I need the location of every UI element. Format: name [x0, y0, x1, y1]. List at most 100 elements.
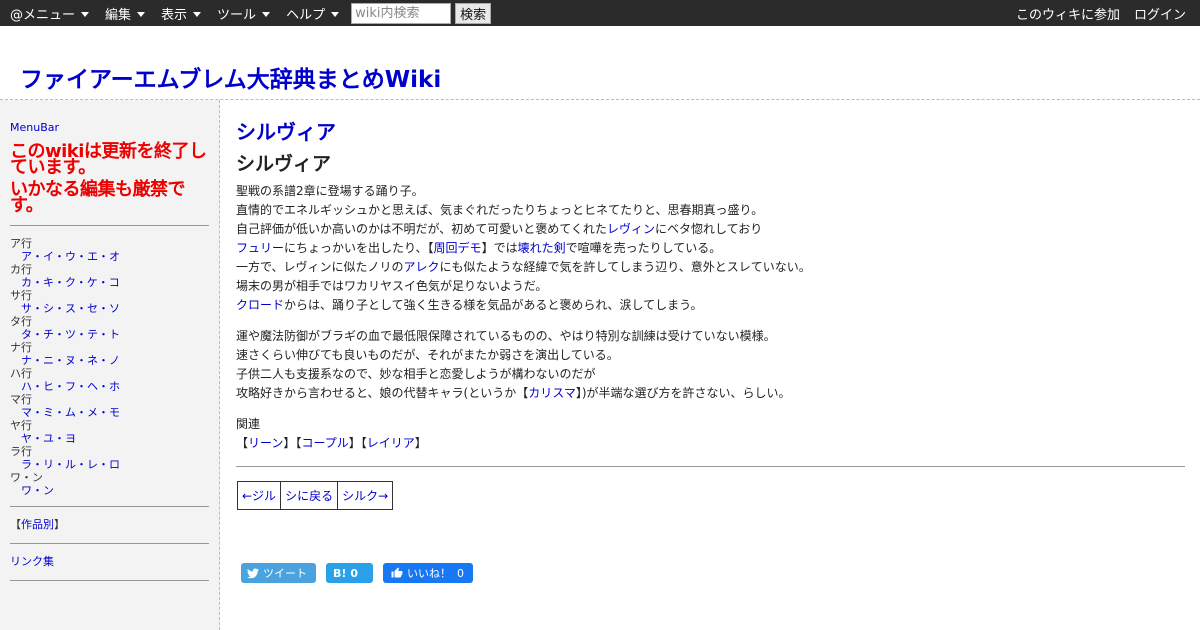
text-line: クロードからは、踊り子として強く生きる様を気品があると褒められ、涙してしまう。 — [236, 296, 1176, 315]
kana-row-heading: マ行 — [10, 393, 32, 406]
kana-row-link[interactable]: ハ・ヒ・フ・ヘ・ホ — [21, 380, 120, 393]
sidebar-divider — [10, 506, 209, 507]
kana-row-link[interactable]: マ・ミ・ム・メ・モ — [21, 406, 120, 419]
text-line: 聖戦の系譜2章に登場する踊り子。 — [236, 184, 424, 198]
kana-row-heading: ア行 — [10, 237, 32, 250]
warning-text-no-edit: いかなる編集も厳禁です。 — [10, 179, 186, 216]
works-link[interactable]: 作品別 — [21, 518, 54, 531]
tweet-button[interactable]: ツイート — [241, 563, 316, 583]
related-section: 関連 【リーン】【コープル】【レイリア】 — [236, 415, 1176, 453]
menu-help[interactable]: ヘルプ — [286, 4, 340, 23]
text-line: 攻略好きから言わせると、娘の代替キャラ(というか【カリスマ】)が半端な選び方を許… — [236, 384, 1176, 403]
hatena-bookmark-icon: B! — [333, 566, 347, 580]
link-charisma[interactable]: カリスマ — [528, 386, 576, 400]
link-coirpre[interactable]: コープル — [301, 436, 348, 450]
menu-label: 編集 — [105, 7, 132, 23]
chevron-down-icon — [262, 11, 271, 17]
kana-row-link[interactable]: ア・イ・ウ・エ・オ — [21, 250, 120, 263]
kana-row-heading: タ行 — [10, 315, 32, 328]
kana-row-link[interactable]: サ・シ・ス・セ・ソ — [21, 302, 120, 315]
chevron-down-icon — [331, 11, 340, 17]
account-links: このウィキに参加 ログイン — [1016, 0, 1200, 26]
link-leila[interactable]: レイリア — [367, 436, 415, 450]
hatena-count: 0 — [350, 566, 359, 580]
link-collection-link[interactable]: リンク集 — [10, 555, 54, 568]
sidebar-divider — [10, 580, 209, 581]
back-to-index-link[interactable]: シに戻る — [285, 489, 333, 503]
join-wiki-link[interactable]: このウィキに参加 — [1016, 4, 1120, 23]
chevron-down-icon — [81, 11, 90, 17]
link-claud[interactable]: クロード — [236, 298, 284, 312]
text-span: にも似たような経緯で気を許してしまう辺り、意外とスレていない。 — [439, 260, 811, 274]
text-span: にベタ惚れしており — [654, 222, 763, 236]
link-levin[interactable]: レヴィン — [607, 222, 655, 236]
kana-row-link[interactable]: ワ・ン — [21, 484, 54, 497]
sidebar-divider — [10, 543, 209, 544]
text-line: フュリーにちょっかいを出したり、【周回デモ】では壊れた剣で喧嘩を売ったりしている… — [236, 239, 1176, 258]
text-line: 直情的でエネルギッシュかと思えば、気まぐれだったりちょっとヒネてたりと、思春期真… — [236, 203, 764, 217]
kana-row-heading: ワ・ン — [10, 471, 43, 484]
sidebar-divider — [10, 225, 209, 226]
kana-row-heading: ヤ行 — [10, 419, 32, 432]
menu-at-menu[interactable]: @メニュー — [10, 4, 90, 23]
link-lene[interactable]: リーン — [248, 436, 283, 450]
menu-label: @メニュー — [10, 7, 76, 23]
kana-row-link[interactable]: ナ・ニ・ヌ・ネ・ノ — [21, 354, 120, 367]
search-input[interactable] — [351, 2, 452, 24]
kana-row-heading: ラ行 — [10, 445, 32, 458]
kana-row-heading: ハ行 — [10, 367, 32, 380]
paragraph-stats: 運や魔法防御がブラギの血で最低限保障されているものの、やはり特別な訓練は受けてい… — [236, 327, 1176, 403]
sidebar: MenuBar このwikiは更新を終了しています。 いかなる編集も厳禁です。 … — [0, 100, 220, 630]
like-count: 0 — [457, 566, 464, 580]
text-span: 】)が半端な選び方を許さない、らしい。 — [575, 386, 791, 400]
kana-row-link[interactable]: タ・チ・ツ・テ・ト — [21, 328, 120, 341]
menu-view[interactable]: 表示 — [161, 4, 202, 23]
menu-edit[interactable]: 編集 — [105, 4, 146, 23]
warning-text-ended: このwikiは更新を終了しています。 — [10, 141, 207, 178]
thumbs-up-icon — [391, 567, 403, 578]
kana-row-link[interactable]: ラ・リ・ル・レ・ロ — [21, 458, 120, 471]
paragraph-intro: 聖戦の系譜2章に登場する踊り子。 直情的でエネルギッシュかと思えば、気まぐれだっ… — [236, 182, 1176, 315]
chevron-down-icon — [193, 11, 202, 17]
menu-label: ツール — [217, 7, 257, 23]
text-span: で喧嘩を売ったりしている。 — [565, 241, 722, 255]
text-line: 自己評価が低いか高いのかは不明だが、初めて可愛いと褒めてくれたレヴィンにベタ惚れ… — [236, 220, 1176, 239]
page-title-link[interactable]: シルヴィア — [236, 116, 336, 145]
top-bar: @メニュー 編集 表示 ツール ヘルプ 検索 このウィキに参加 ログイン — [0, 0, 1200, 26]
like-label: いいね！ — [407, 567, 451, 580]
kana-index: ア行 ア・イ・ウ・エ・オ カ行 カ・キ・ク・ケ・コ サ行 サ・シ・ス・セ・ソ タ… — [10, 237, 209, 497]
prev-page-link[interactable]: ←ジル — [242, 489, 276, 503]
kana-row-heading: サ行 — [10, 289, 32, 302]
bracket: 】 — [54, 518, 65, 531]
menubar-link[interactable]: MenuBar — [10, 121, 59, 134]
kana-row-link[interactable]: ヤ・ユ・ヨ — [21, 432, 76, 445]
text-line: 運や魔法防御がブラギの血で最低限保障されているものの、やはり特別な訓練は受けてい… — [236, 329, 776, 343]
page-heading: シルヴィア — [236, 153, 332, 175]
related-label: 関連 — [236, 417, 261, 431]
next-page-link[interactable]: シルク→ — [342, 489, 388, 503]
link-broken-sword[interactable]: 壊れた剣 — [518, 241, 566, 255]
tweet-label: ツイート — [263, 567, 307, 580]
works-section: 【作品別】 — [10, 518, 209, 532]
nav-cell: シルク→ — [337, 481, 394, 510]
search-button[interactable]: 検索 — [455, 2, 492, 24]
link-fury[interactable]: フュリー — [236, 241, 284, 255]
text-span: にちょっかいを出したり、【 — [284, 241, 434, 255]
text-span: からは、踊り子として強く生きる様を気品があると褒められ、涙してしまう。 — [284, 298, 703, 312]
site-title[interactable]: ファイアーエムブレム大辞典まとめWiki — [20, 60, 441, 94]
text-span: 自己評価が低いか高いのかは不明だが、初めて可愛いと褒めてくれた — [236, 222, 607, 236]
related-links: 【リーン】【コープル】【レイリア】 — [236, 436, 427, 450]
facebook-like-button[interactable]: いいね！ 0 — [383, 563, 473, 583]
page-nav-table: ←ジル シに戻る シルク→ — [236, 481, 394, 510]
text-span: 】では — [481, 241, 518, 255]
top-menu: @メニュー 編集 表示 ツール ヘルプ 検索 — [0, 0, 492, 26]
link-loop-demo[interactable]: 周回デモ — [434, 241, 482, 255]
bracket: 【 — [10, 518, 21, 531]
link-alec[interactable]: アレク — [404, 260, 440, 274]
menu-tools[interactable]: ツール — [217, 4, 271, 23]
text-span: 一方で、レヴィンに似たノリの — [236, 260, 404, 274]
kana-row-link[interactable]: カ・キ・ク・ケ・コ — [21, 276, 120, 289]
hatena-bookmark-button[interactable]: B! 0 — [326, 563, 373, 583]
kana-row-heading: ナ行 — [10, 341, 32, 354]
login-link[interactable]: ログイン — [1134, 4, 1186, 23]
